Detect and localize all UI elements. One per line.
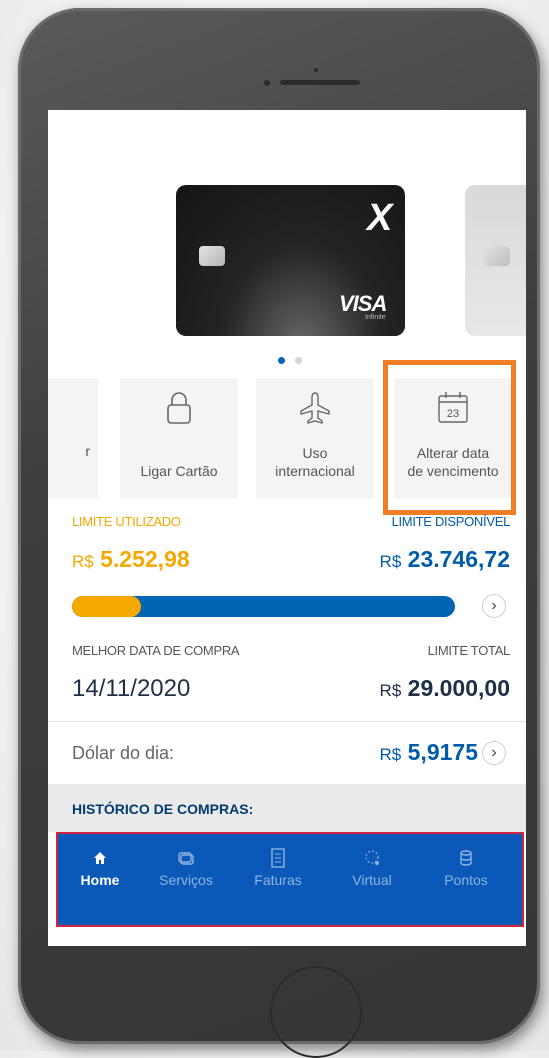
nav-invoices[interactable]: Faturas	[238, 844, 318, 888]
lock-icon	[120, 390, 238, 428]
amount: 23.746,72	[407, 546, 510, 572]
currency: R$	[379, 681, 402, 700]
purchase-history-label: HISTÓRICO DE COMPRAS:	[72, 801, 254, 817]
camera-dot	[314, 68, 318, 72]
carousel-dot-active[interactable]	[278, 357, 285, 364]
used-limit-label: LIMITE UTILIZADO	[72, 514, 181, 529]
credit-card[interactable]: X VISA Infinite	[176, 185, 405, 336]
points-icon	[426, 844, 506, 872]
tile-label: r	[85, 443, 90, 459]
card-chip	[199, 246, 225, 266]
best-date-value: 14/11/2020	[72, 675, 191, 702]
home-button[interactable]	[270, 966, 362, 1058]
purchase-history-header[interactable]: HISTÓRICO DE COMPRAS:	[48, 784, 526, 832]
limit-progress-used	[72, 596, 142, 617]
earpiece-speaker	[280, 80, 360, 85]
available-limit-value: R$ 23.746,72	[380, 546, 510, 573]
home-icon	[60, 844, 140, 872]
used-limit-value: R$ 5.252,98	[72, 546, 190, 573]
action-international-use[interactable]: Uso internacional	[256, 378, 374, 498]
tile-label-line2: internacional	[275, 463, 355, 479]
currency: R$	[72, 552, 94, 571]
nav-virtual[interactable]: Virtual	[332, 844, 412, 888]
currency: R$	[379, 745, 402, 764]
tile-label: Uso internacional	[260, 444, 370, 480]
next-credit-card[interactable]	[465, 185, 526, 336]
tile-label-line1: Uso	[302, 445, 328, 461]
airplane-icon	[256, 390, 374, 428]
card-chip	[484, 246, 510, 266]
card-tier: Infinite	[365, 314, 386, 321]
virtual-card-icon	[332, 844, 412, 872]
nav-label: Virtual	[352, 872, 392, 888]
nav-points[interactable]: Pontos	[426, 844, 506, 888]
nav-label: Home	[80, 872, 120, 888]
dollar-value: R$ 5,9175	[380, 739, 478, 766]
total-limit-value: R$ 29.000,00	[380, 675, 510, 702]
amount: 29.000,00	[407, 675, 510, 701]
action-lock-card[interactable]: Ligar Cartão	[120, 378, 238, 498]
front-camera	[264, 80, 270, 86]
nav-label: Pontos	[444, 872, 488, 888]
app-screen: X VISA Infinite r Ligar Cartão Uso inter…	[48, 110, 526, 946]
carousel-dot[interactable]	[295, 357, 303, 364]
divider	[48, 721, 526, 722]
chevron-right-icon[interactable]: ›	[482, 741, 506, 765]
nav-services[interactable]: Serviços	[146, 844, 226, 888]
amount: 5,9175	[407, 739, 478, 765]
services-icon	[146, 844, 226, 872]
nav-label: Serviços	[159, 872, 213, 888]
best-date-label: MELHOR DATA DE COMPRA	[72, 643, 240, 658]
invoice-icon	[238, 844, 318, 872]
bottom-navigation: Home Serviços Faturas Virtual Pontos	[56, 832, 524, 927]
carousel-indicator	[278, 351, 308, 369]
action-tile-partial[interactable]: r	[48, 378, 98, 498]
chevron-right-icon[interactable]: ›	[482, 594, 506, 618]
available-limit-label: LIMITE DISPONÍVEL	[391, 514, 511, 529]
limit-progress-bar	[72, 596, 455, 617]
tile-label: Ligar Cartão	[140, 463, 218, 479]
total-limit-label: LIMITE TOTAL	[427, 643, 511, 658]
dollar-label: Dólar do dia:	[72, 743, 175, 763]
amount: 5.252,98	[100, 546, 190, 572]
nav-label: Faturas	[254, 872, 302, 888]
nav-home[interactable]: Home	[60, 844, 140, 888]
highlight-box	[383, 360, 516, 515]
bank-logo: X	[367, 197, 393, 239]
currency: R$	[379, 552, 402, 571]
